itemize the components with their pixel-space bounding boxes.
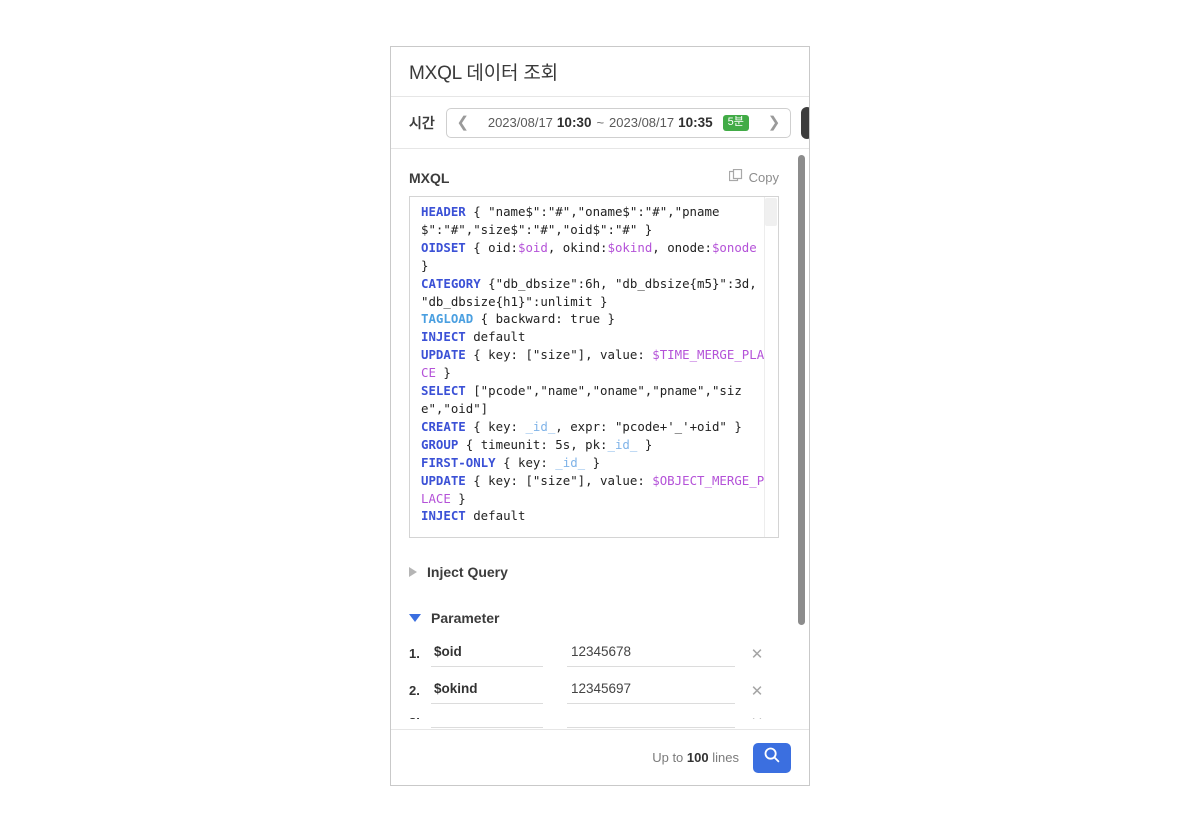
mxql-query-dialog: MXQL 데이터 조회 시간 ❮ 2023/08/17 10:30 ~ 2023… — [390, 46, 810, 786]
section-parameter[interactable]: Parameter — [409, 610, 791, 626]
triangle-down-icon — [409, 614, 421, 622]
range-separator: ~ — [596, 115, 605, 130]
copy-icon — [728, 168, 743, 186]
start-date: 2023/08/17 — [487, 115, 553, 130]
close-icon[interactable]: ✕ — [735, 718, 779, 728]
section-inject-query-label: Inject Query — [427, 564, 508, 580]
code-scrollbar-thumb[interactable] — [765, 198, 777, 226]
parameter-value-input[interactable] — [567, 720, 735, 728]
code-line: HEADER { "name$":"#","oname$":"#","pname… — [421, 204, 720, 237]
time-range-row: 시간 ❮ 2023/08/17 10:30 ~ 2023/08/17 10:35… — [391, 97, 809, 149]
parameter-row: 3. ✕ — [409, 718, 791, 728]
section-parameter-label: Parameter — [431, 610, 500, 626]
search-icon — [763, 746, 781, 769]
code-line: UPDATE { key: ["size"], value: $TIME_MER… — [421, 347, 765, 381]
code-line: FIRST-ONLY { key: _id_ } — [421, 454, 601, 470]
parameter-key-input[interactable]: $oid — [431, 644, 543, 667]
code-line: INJECT default — [421, 329, 526, 345]
line-limit-prefix: Up to — [652, 750, 684, 765]
start-time: 10:30 — [556, 115, 592, 130]
parameter-index: 1. — [409, 646, 420, 661]
parameter-index: 3. — [409, 718, 431, 728]
parameter-row: 2. $okind 12345697 ✕ — [409, 681, 791, 704]
code-line: TAGLOAD { backward: true } — [421, 311, 615, 327]
mxql-code-content: HEADER { "name$":"#","oname$":"#","pname… — [410, 197, 778, 531]
search-button[interactable] — [753, 742, 791, 773]
editor-label: MXQL — [409, 169, 450, 186]
range-duration-badge: 5분 — [722, 114, 749, 131]
code-line: UPDATE { key: ["size"], value: $OBJECT_M… — [421, 472, 765, 506]
section-inject-query[interactable]: Inject Query — [409, 564, 791, 580]
time-label: 시간 — [409, 114, 435, 131]
copy-label: Copy — [748, 170, 779, 185]
page-title: MXQL 데이터 조회 — [409, 63, 558, 84]
code-line: CREATE { key: _id_, expr: "pcode+'_'+oid… — [421, 418, 742, 434]
code-line: OIDSET { oid:$oid, okind:$okind, onode:$… — [421, 239, 765, 273]
line-limit-suffix: lines — [712, 750, 739, 765]
parameter-list: 1.$oid12345678✕2.$okind12345697✕3.✕ — [409, 644, 791, 728]
chevron-left-icon[interactable]: ❮ — [455, 115, 471, 130]
mxql-code-editor[interactable]: HEADER { "name$":"#","oname$":"#","pname… — [409, 196, 779, 538]
editor-header: MXQL Copy — [409, 149, 791, 196]
parameter-value-input[interactable]: 12345678 — [567, 644, 735, 667]
code-line: SELECT ["pcode","name","oname","pname","… — [421, 383, 742, 416]
triangle-right-icon — [409, 567, 417, 577]
dialog-header: MXQL 데이터 조회 — [391, 47, 809, 97]
clipped-edge-control[interactable] — [801, 107, 809, 139]
chevron-right-icon[interactable]: ❯ — [766, 115, 782, 130]
parameter-value-input[interactable]: 12345697 — [567, 681, 735, 704]
screen: MXQL 데이터 조회 시간 ❮ 2023/08/17 10:30 ~ 2023… — [0, 0, 1200, 835]
parameter-key-input[interactable] — [431, 720, 543, 728]
dialog-footer: Up to 100 lines — [391, 729, 809, 785]
parameter-row: 1. $oid 12345678 ✕ — [409, 644, 791, 667]
time-range-value: 2023/08/17 10:30 ~ 2023/08/17 10:35 5분 — [471, 114, 766, 131]
close-icon[interactable]: ✕ — [735, 682, 779, 704]
end-time: 10:35 — [678, 115, 713, 130]
line-limit-text: Up to 100 lines — [652, 750, 739, 765]
code-line: CATEGORY {"db_dbsize":6h, "db_dbsize{m5}… — [421, 275, 765, 309]
code-line: GROUP { timeunit: 5s, pk:_id_ } — [421, 436, 653, 452]
close-icon[interactable]: ✕ — [735, 645, 779, 667]
time-range-picker[interactable]: ❮ 2023/08/17 10:30 ~ 2023/08/17 10:35 5분… — [445, 107, 791, 138]
dialog-body: MXQL Copy HEADER { "name$":"#","oname$":… — [391, 149, 809, 729]
copy-button[interactable]: Copy — [728, 168, 779, 186]
parameter-key-input[interactable]: $okind — [431, 681, 543, 704]
parameter-index: 2. — [409, 683, 420, 698]
line-limit-count: 100 — [686, 750, 709, 765]
body-scrollbar[interactable] — [798, 155, 805, 625]
code-scrollbar-track[interactable] — [764, 197, 778, 537]
end-date: 2023/08/17 — [609, 115, 675, 130]
code-line: INJECT default — [421, 508, 526, 524]
